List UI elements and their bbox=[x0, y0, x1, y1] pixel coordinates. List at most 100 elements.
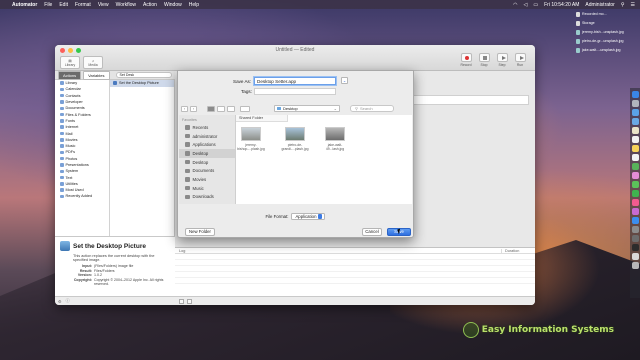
settings-icon[interactable]: ⚙ bbox=[58, 299, 62, 304]
tab-actions[interactable]: Actions bbox=[58, 70, 82, 80]
notification-center-icon[interactable]: ☰ bbox=[631, 2, 635, 8]
desktop-file[interactable]: Recorded mo... bbox=[576, 10, 636, 18]
media-button[interactable]: ♫ Media bbox=[83, 56, 103, 69]
record-button[interactable]: Record bbox=[459, 53, 473, 67]
utilities-icon bbox=[60, 182, 64, 186]
podcasts-icon[interactable] bbox=[631, 208, 639, 215]
mail-icon[interactable] bbox=[631, 118, 639, 125]
file-browser: Shared Folder jeremy-bishop-...plash.jpg… bbox=[236, 115, 412, 204]
menu-help[interactable]: Help bbox=[189, 2, 199, 8]
system-preferences-icon[interactable] bbox=[631, 226, 639, 233]
tab-variables[interactable]: Variables bbox=[83, 70, 110, 80]
trash-icon[interactable] bbox=[631, 262, 639, 269]
sidebar-item-home[interactable]: administrator bbox=[179, 132, 235, 141]
internet-icon bbox=[60, 125, 64, 129]
forward-icon[interactable]: › bbox=[190, 105, 197, 112]
menu-file[interactable]: File bbox=[44, 2, 52, 8]
stop-button[interactable]: Stop bbox=[477, 53, 491, 67]
maps-icon[interactable] bbox=[631, 163, 639, 170]
launchpad-icon[interactable] bbox=[631, 100, 639, 107]
menu-user[interactable]: Administrator bbox=[585, 2, 614, 8]
sidebar-item-recents[interactable]: Recents bbox=[179, 123, 235, 132]
log-view-icon[interactable] bbox=[187, 298, 192, 304]
folder-icon bbox=[576, 20, 580, 26]
safari-icon[interactable] bbox=[631, 109, 639, 116]
battery-icon[interactable]: ▭ bbox=[533, 2, 538, 8]
facetime-icon[interactable] bbox=[631, 190, 639, 197]
finder-icon[interactable] bbox=[631, 91, 639, 98]
log-column-header[interactable]: Log bbox=[179, 249, 185, 253]
sidebar-item-applications[interactable]: Applications bbox=[179, 140, 235, 149]
menu-clock[interactable]: Fri 10:54:20 AM bbox=[544, 2, 579, 8]
list-view-icon[interactable] bbox=[179, 298, 184, 304]
sidebar-item-movies[interactable]: Movies bbox=[179, 175, 235, 184]
step-button[interactable]: Step bbox=[495, 53, 509, 67]
run-button[interactable]: Run bbox=[513, 53, 527, 67]
list-view-button[interactable] bbox=[217, 105, 225, 112]
notes-icon[interactable] bbox=[631, 145, 639, 152]
info-icon[interactable]: ⓘ bbox=[66, 298, 70, 304]
music-icon[interactable] bbox=[631, 199, 639, 206]
menu-format[interactable]: Format bbox=[75, 2, 91, 8]
file-item[interactable]: jake-walt-49...lash.jpg bbox=[320, 127, 350, 151]
menu-app-name[interactable]: Automator bbox=[12, 2, 37, 8]
presentations-icon bbox=[60, 163, 64, 167]
file-format-select[interactable]: Application bbox=[291, 213, 326, 220]
image-file-icon bbox=[576, 29, 580, 35]
group-view-button[interactable] bbox=[240, 105, 250, 112]
icon-view-button[interactable] bbox=[207, 105, 215, 112]
reminders-icon[interactable] bbox=[631, 154, 639, 161]
sidebar-item-music[interactable]: Music bbox=[179, 184, 235, 193]
desktop-file[interactable]: jake-walt...-unsplash.jpg bbox=[576, 46, 636, 54]
library-search-input[interactable]: Set Desk bbox=[115, 72, 172, 78]
tags-field[interactable] bbox=[254, 88, 336, 95]
desktop-file[interactable]: Storage bbox=[576, 19, 636, 27]
contacts-icon[interactable] bbox=[631, 127, 639, 134]
file-format-label: File Format: bbox=[265, 214, 289, 219]
menu-view[interactable]: View bbox=[98, 2, 109, 8]
sidebar-item-downloads[interactable]: Downloads bbox=[179, 193, 235, 202]
file-item[interactable]: jeremy-bishop-...plash.jpg bbox=[236, 127, 266, 151]
spotlight-icon[interactable]: ⚲ bbox=[621, 2, 625, 8]
menu-edit[interactable]: Edit bbox=[59, 2, 68, 8]
library-button[interactable]: ▤ Library bbox=[60, 56, 80, 69]
terminal-icon[interactable] bbox=[631, 244, 639, 251]
actions-list: Set the Desktop Picture bbox=[110, 80, 175, 236]
app-store-icon[interactable] bbox=[631, 217, 639, 224]
menu-action[interactable]: Action bbox=[143, 2, 157, 8]
location-dropdown[interactable]: Desktop ⌄ bbox=[274, 105, 340, 112]
desktop-icon bbox=[185, 151, 190, 156]
search-field[interactable]: ⚲ Search bbox=[350, 105, 394, 112]
volume-icon[interactable]: ◁ bbox=[524, 2, 528, 8]
menu-window[interactable]: Window bbox=[164, 2, 182, 8]
photos-icon[interactable] bbox=[631, 172, 639, 179]
duration-column-header[interactable]: Duration bbox=[501, 248, 535, 253]
wifi-icon[interactable]: ◠ bbox=[513, 2, 517, 8]
menu-workflow[interactable]: Workflow bbox=[116, 2, 136, 8]
back-icon[interactable]: ‹ bbox=[181, 105, 188, 112]
action-item[interactable]: Set the Desktop Picture bbox=[110, 80, 174, 87]
expand-chevron-icon[interactable]: ⌄ bbox=[341, 77, 348, 84]
library-footer: ⚙ ⓘ bbox=[55, 296, 175, 305]
image-thumbnail bbox=[325, 127, 345, 141]
dock bbox=[630, 88, 640, 298]
messages-icon[interactable] bbox=[631, 181, 639, 188]
mail-icon bbox=[60, 131, 64, 136]
sidebar-item-desktop-2[interactable]: Desktop bbox=[179, 158, 235, 167]
sidebar-item-documents[interactable]: Documents bbox=[179, 166, 235, 175]
watermark-logo-icon bbox=[462, 322, 479, 338]
save-as-field[interactable]: Desktop Setter.app bbox=[254, 77, 336, 85]
calendar-icon[interactable] bbox=[631, 136, 639, 143]
music-icon bbox=[60, 144, 64, 148]
column-view-button[interactable] bbox=[227, 105, 235, 112]
desktop-file[interactable]: pietro-de-gr...unsplash.jpg bbox=[576, 37, 636, 45]
preview-icon[interactable] bbox=[631, 253, 639, 260]
automator-icon[interactable] bbox=[631, 235, 639, 242]
library-item[interactable]: Recently Added bbox=[55, 193, 109, 199]
chevron-down-icon: ⌄ bbox=[333, 106, 337, 111]
new-folder-button[interactable]: New Folder bbox=[185, 228, 215, 236]
cancel-button[interactable]: Cancel bbox=[362, 228, 382, 236]
sidebar-item-desktop[interactable]: Desktop bbox=[179, 149, 235, 158]
desktop-file[interactable]: jeremy-bish...unsplash.jpg bbox=[576, 28, 636, 36]
file-item[interactable]: pietro-de-grandi-...plash.jpg bbox=[280, 127, 310, 151]
